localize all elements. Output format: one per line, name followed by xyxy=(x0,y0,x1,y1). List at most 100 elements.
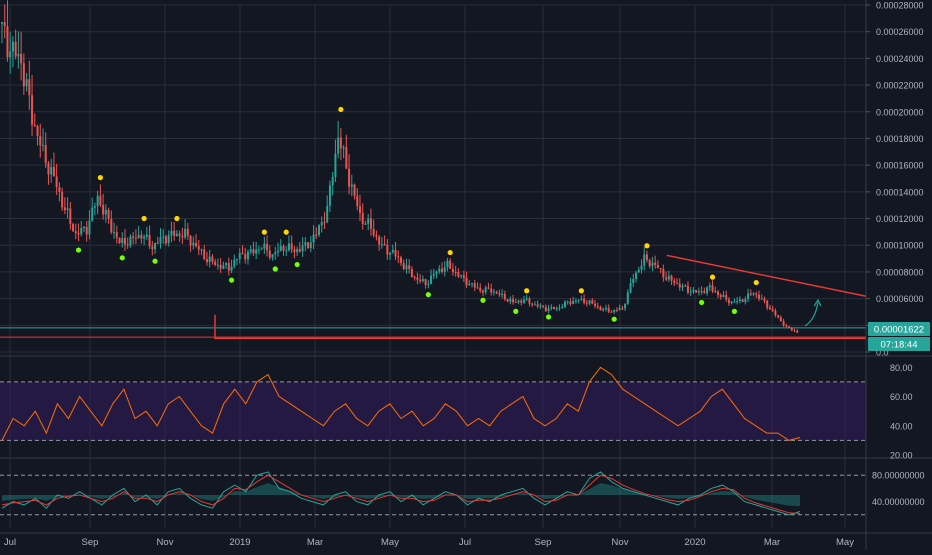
candle-body xyxy=(323,222,326,224)
candle-body xyxy=(643,254,646,266)
candle-body xyxy=(758,294,761,299)
candle-body xyxy=(80,228,83,235)
candle-body xyxy=(290,243,293,250)
time-axis-label: Nov xyxy=(612,537,629,548)
sell-signal-dot xyxy=(447,249,453,256)
candle-body xyxy=(104,209,107,215)
candle-body xyxy=(755,293,758,295)
candle-body xyxy=(85,226,88,235)
candle-body xyxy=(274,252,277,255)
time-axis-label: Sep xyxy=(535,537,552,548)
candle-body xyxy=(203,249,206,260)
candle-body xyxy=(58,187,61,192)
sell-signal-dot xyxy=(578,288,584,294)
candle-body xyxy=(689,291,692,293)
candle-body xyxy=(22,63,25,87)
candle-body xyxy=(563,301,566,307)
candle-body xyxy=(468,284,471,286)
candle-body xyxy=(648,260,651,267)
candle-body xyxy=(678,283,681,288)
candle-body xyxy=(539,305,542,307)
candle-body xyxy=(670,275,673,281)
candle-body xyxy=(134,237,137,239)
candle-body xyxy=(528,298,531,304)
candle-body xyxy=(91,207,94,221)
candle-body xyxy=(413,277,416,279)
candle-body xyxy=(25,79,28,87)
candle-body xyxy=(348,168,351,187)
sell-signal-dot xyxy=(709,274,716,280)
candle-body xyxy=(708,285,711,288)
candle-body xyxy=(118,237,121,244)
candle-body xyxy=(727,299,730,304)
candle-body xyxy=(326,205,329,223)
candle-body xyxy=(703,291,706,294)
candle-body xyxy=(725,295,728,300)
candle-body xyxy=(588,300,591,304)
candle-body xyxy=(61,191,64,208)
candle-body xyxy=(706,287,709,294)
candle-body xyxy=(93,206,96,208)
time-axis-label: Jul xyxy=(459,537,471,548)
buy-signal-dot xyxy=(272,266,278,272)
candle-body xyxy=(509,299,512,302)
candle-body xyxy=(574,300,577,302)
candle-body xyxy=(39,135,42,146)
candle-body xyxy=(241,253,244,255)
candle-body xyxy=(88,220,91,235)
price-axis-label: 0.00018000 xyxy=(876,134,924,144)
candle-body xyxy=(167,235,170,244)
candle-body xyxy=(293,249,296,253)
candle-body xyxy=(132,236,135,238)
candle-body xyxy=(763,298,766,301)
candle-body xyxy=(17,53,20,57)
candle-body xyxy=(410,269,413,278)
candle-body xyxy=(162,236,165,238)
candle-body xyxy=(676,283,679,285)
sell-signal-dot xyxy=(283,229,289,235)
candle-body xyxy=(741,299,744,303)
candle-body xyxy=(159,237,162,244)
candle-body xyxy=(602,308,605,311)
candle-body xyxy=(451,268,454,273)
candle-body xyxy=(154,242,157,250)
candle-body xyxy=(225,263,228,266)
price-axis-label: 0.00016000 xyxy=(876,161,924,171)
candle-body xyxy=(47,163,50,175)
candle-body xyxy=(126,244,129,246)
candle-body xyxy=(479,287,482,291)
candle-body xyxy=(115,232,118,238)
candle-body xyxy=(143,236,146,239)
candle-body xyxy=(145,234,148,237)
candle-body xyxy=(367,218,370,224)
candle-body xyxy=(594,303,597,306)
candle-body xyxy=(214,261,217,265)
candle-body xyxy=(252,249,255,254)
candle-body xyxy=(569,301,572,304)
candle-body xyxy=(113,232,116,234)
candle-body xyxy=(730,301,733,304)
candle-body xyxy=(334,153,337,177)
candle-body xyxy=(140,234,143,239)
candle-body xyxy=(640,265,643,270)
candle-body xyxy=(752,293,755,295)
buy-signal-dot xyxy=(228,277,235,283)
candle-body xyxy=(517,300,520,303)
candle-body xyxy=(506,299,509,302)
candle-body xyxy=(391,249,394,253)
candle-body xyxy=(782,321,785,326)
candle-body xyxy=(307,242,310,249)
price-axis-label: 0.00028000 xyxy=(876,1,924,11)
candle-body xyxy=(632,278,635,284)
candle-body xyxy=(531,303,534,305)
candle-body xyxy=(31,95,34,125)
rsi-band-fill xyxy=(0,381,866,441)
candle-body xyxy=(681,285,684,288)
candle-body xyxy=(566,301,569,303)
candle-body xyxy=(484,287,487,293)
candle-body xyxy=(244,254,247,260)
candle-body xyxy=(700,291,703,293)
candle-body xyxy=(312,234,315,243)
candle-body xyxy=(599,306,602,311)
candle-body xyxy=(692,290,695,292)
